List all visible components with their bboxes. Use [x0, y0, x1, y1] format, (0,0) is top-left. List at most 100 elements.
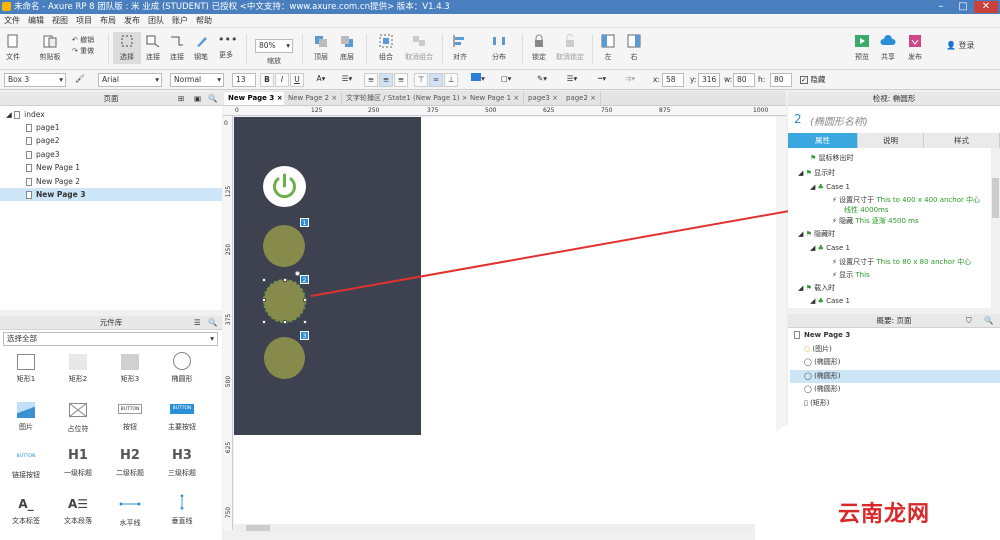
redo-button[interactable]: ↷ 重做: [72, 46, 94, 56]
close-button[interactable]: ✕: [974, 1, 998, 13]
share-button[interactable]: 共享: [878, 34, 898, 62]
pen-tool[interactable]: 钢笔: [190, 34, 212, 62]
lock-button[interactable]: 锁定: [528, 34, 550, 62]
widget-box1[interactable]: 矩形1: [1, 354, 51, 384]
page-item-index[interactable]: ◢ index: [0, 108, 222, 121]
bring-to-top-button[interactable]: 顶层: [310, 34, 332, 62]
widget-heading2[interactable]: H2 二级标题: [105, 448, 155, 478]
widget-heading1[interactable]: H1 一级标题: [53, 448, 103, 478]
shadow-icon[interactable]: ▢▾: [494, 73, 518, 87]
ellipse-2-selected[interactable]: [263, 279, 306, 323]
widget-horizontal-line[interactable]: 水平线: [105, 496, 155, 528]
resize-handle[interactable]: [262, 320, 266, 324]
menu-edit[interactable]: 编辑: [24, 14, 48, 28]
align-left-text-icon[interactable]: ≡: [364, 73, 378, 87]
add-folder-icon[interactable]: ▣: [194, 92, 201, 106]
filter-icon[interactable]: ⛉: [966, 314, 972, 328]
collapse-icon[interactable]: ◢: [6, 110, 14, 119]
tab-page2[interactable]: page2 ×: [562, 92, 602, 105]
valign-top-icon[interactable]: ⊤: [414, 73, 428, 87]
widget-box3[interactable]: 矩形3: [105, 354, 155, 384]
resize-handle[interactable]: [283, 278, 287, 282]
widget-vertical-line[interactable]: 垂直线: [157, 494, 207, 526]
height-field[interactable]: 80: [770, 73, 792, 87]
close-icon[interactable]: ×: [331, 94, 337, 102]
underline-button[interactable]: U: [290, 73, 304, 87]
publish-button[interactable]: 发布: [903, 34, 927, 62]
widget-name-input[interactable]: (椭圆形名称): [810, 113, 868, 128]
page-item-page1[interactable]: page1: [0, 121, 222, 134]
widget-name-field[interactable]: Box 3 ▾: [4, 73, 66, 87]
format-painter-icon[interactable]: 🖌: [73, 73, 87, 87]
search-icon[interactable]: 🔍: [208, 316, 217, 330]
widget-ellipse[interactable]: 椭圆形: [157, 352, 207, 384]
width-field[interactable]: 80: [733, 73, 755, 87]
action-set-size[interactable]: ⚡ 设置尺寸于 This to 80 x 80 anchor 中心: [832, 257, 971, 267]
ellipse-3[interactable]: [264, 337, 305, 379]
font-style-select[interactable]: Normal ▾: [170, 73, 224, 87]
menu-team[interactable]: 团队: [144, 14, 168, 28]
horizontal-scrollbar[interactable]: [234, 524, 786, 532]
event-mouse-out[interactable]: ⚑ 鼠标移出时: [810, 153, 854, 163]
font-size-select[interactable]: 13: [232, 73, 256, 87]
outline-item-ellipse-selected[interactable]: ◯ (椭圆形): [790, 370, 1000, 383]
close-icon[interactable]: ×: [552, 94, 558, 102]
action-set-size[interactable]: ⚡ 设置尺寸于 This to 400 x 400 anchor 中心: [832, 195, 980, 205]
inspector-scrollbar[interactable]: [991, 148, 1000, 308]
page-item-new-page-2[interactable]: New Page 2: [0, 175, 222, 188]
group-button[interactable]: 组合: [375, 34, 397, 62]
collapse-icon[interactable]: ◢: [810, 244, 818, 252]
page-item-page3[interactable]: page3: [0, 148, 222, 161]
distribute-button[interactable]: 分布: [488, 34, 510, 62]
menu-view[interactable]: 视图: [48, 14, 72, 28]
page-item-new-page-3[interactable]: New Page 3: [0, 188, 222, 201]
left-button[interactable]: 左: [599, 34, 617, 62]
zoom-select[interactable]: 80% ▾: [255, 39, 293, 53]
tab-new-page-2[interactable]: New Page 2 ×: [284, 92, 343, 105]
page-item-page2[interactable]: page2: [0, 134, 222, 147]
select-tool[interactable]: 选择: [113, 32, 141, 64]
unlock-button[interactable]: 取消锁定: [553, 33, 587, 62]
widget-heading3[interactable]: H3 三级标题: [157, 448, 207, 478]
widget-button[interactable]: BUTTON 按钮: [105, 404, 155, 432]
font-family-select[interactable]: Arial ▾: [98, 73, 162, 87]
search-icon[interactable]: 🔍: [984, 314, 993, 328]
event-on-hide[interactable]: ◢ ⚑ 隐藏时: [798, 229, 835, 239]
collapse-icon[interactable]: ◢: [798, 169, 806, 177]
scroll-thumb[interactable]: [246, 525, 270, 531]
outline-item-ellipse[interactable]: ◯ (椭圆形): [790, 356, 1000, 369]
case-item[interactable]: ◢ ♣ Case 1: [810, 243, 850, 253]
align-center-text-icon[interactable]: ≡: [379, 73, 393, 87]
outline-item-ellipse[interactable]: ◯ (椭圆形): [790, 383, 1000, 396]
case-item[interactable]: ◢ ♣ Case 1: [810, 182, 850, 192]
connect-tool[interactable]: 连接: [142, 34, 164, 62]
align-button[interactable]: 对齐: [449, 34, 471, 62]
bullet-list-icon[interactable]: ☰▾: [336, 73, 358, 87]
collapse-icon[interactable]: ◢: [798, 230, 806, 238]
ellipse-1[interactable]: [263, 225, 305, 267]
resize-handle[interactable]: [303, 298, 307, 302]
action-show[interactable]: ⚡ 显示 This: [832, 270, 870, 280]
italic-button[interactable]: I: [275, 73, 289, 87]
event-on-show[interactable]: ◢ ⚑ 显示时: [798, 168, 835, 178]
tab-new-page-3[interactable]: New Page 3 ×: [224, 92, 288, 105]
tab-page3[interactable]: page3 ×: [524, 92, 564, 105]
menu-account[interactable]: 账户: [168, 14, 192, 28]
line-width-icon[interactable]: ☰▾: [560, 73, 584, 87]
menu-file[interactable]: 文件: [0, 14, 24, 28]
hidden-checkbox[interactable]: ✓ 隐藏: [800, 73, 825, 87]
line-color-icon[interactable]: ✎▾: [530, 73, 554, 87]
maximize-button[interactable]: □: [952, 1, 974, 13]
add-page-icon[interactable]: ⊞: [178, 92, 184, 106]
send-to-bottom-button[interactable]: 底层: [336, 34, 358, 62]
right-button[interactable]: 右: [625, 34, 643, 62]
minimize-button[interactable]: –: [930, 1, 952, 13]
bold-button[interactable]: B: [260, 73, 274, 87]
font-color-icon[interactable]: A▾: [310, 73, 332, 87]
line-style-icon[interactable]: ┅▾: [590, 73, 614, 87]
resize-handle[interactable]: [283, 320, 287, 324]
close-icon[interactable]: ×: [513, 94, 519, 102]
menu-project[interactable]: 项目: [72, 14, 96, 28]
widget-paragraph[interactable]: A☰ 文本段落: [53, 496, 103, 526]
close-icon[interactable]: ×: [277, 94, 283, 102]
